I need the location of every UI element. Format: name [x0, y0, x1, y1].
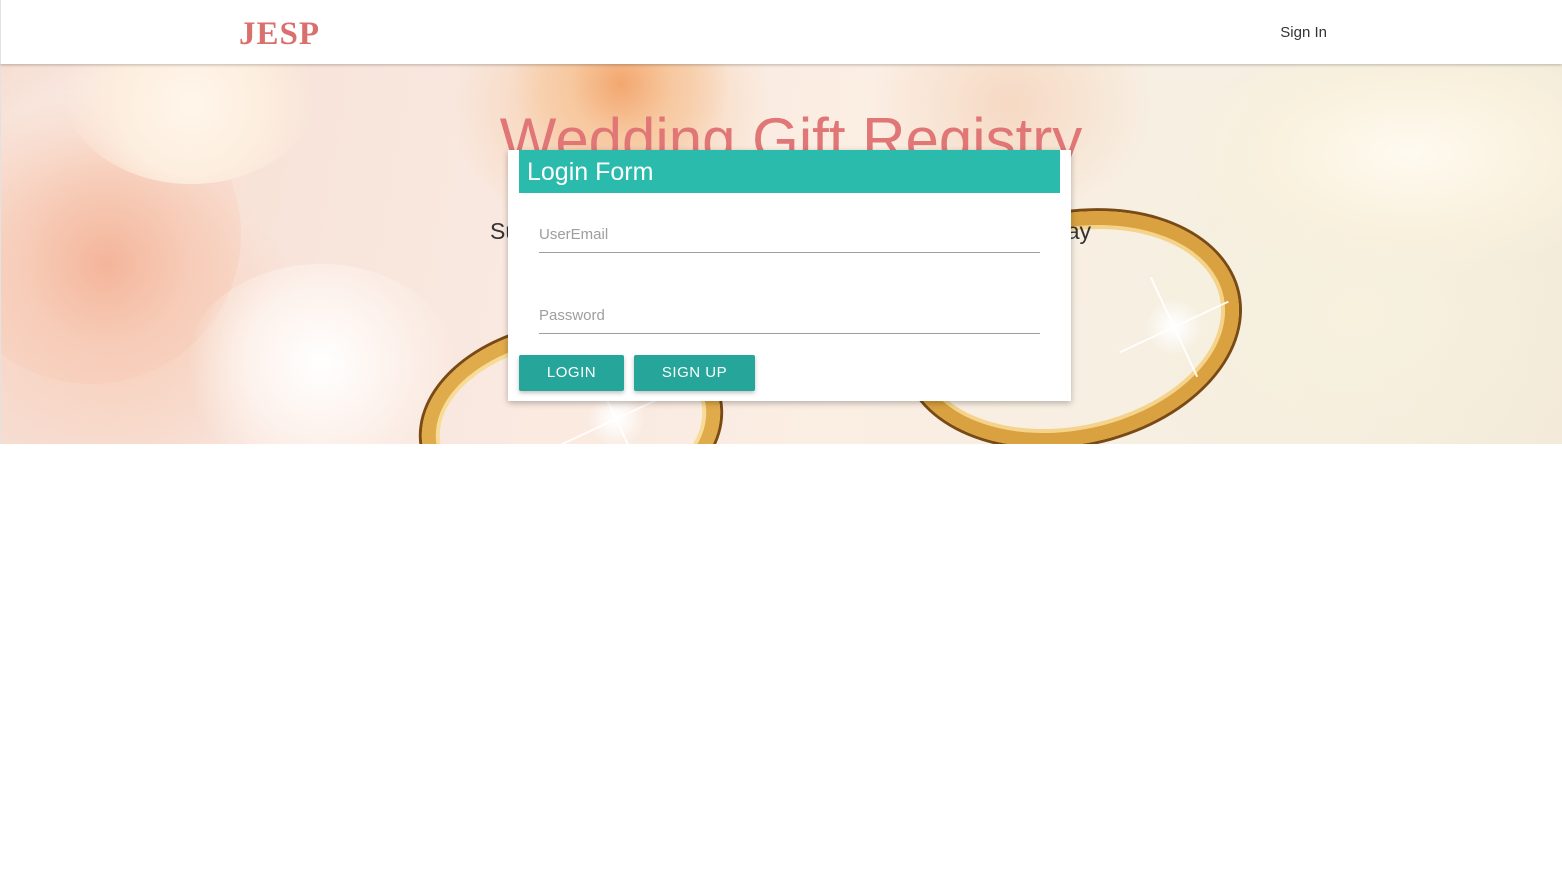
sign-up-button[interactable]: SIGN UP — [634, 355, 755, 391]
login-form-title: Login Form — [527, 158, 654, 186]
brand-logo[interactable]: JESP — [239, 14, 320, 54]
login-form-modal: Login Form LOGIN SIGN UP — [508, 150, 1071, 401]
login-form-header: Login Form — [519, 150, 1060, 193]
login-button[interactable]: LOGIN — [519, 355, 624, 391]
top-navbar: JESP Sign In — [0, 0, 1562, 64]
user-email-input[interactable] — [539, 217, 1040, 253]
nav-sign-in-link[interactable]: Sign In — [1280, 22, 1327, 44]
sparkle-decoration — [1129, 282, 1219, 372]
password-input[interactable] — [539, 298, 1040, 334]
rose-decoration — [181, 264, 461, 444]
